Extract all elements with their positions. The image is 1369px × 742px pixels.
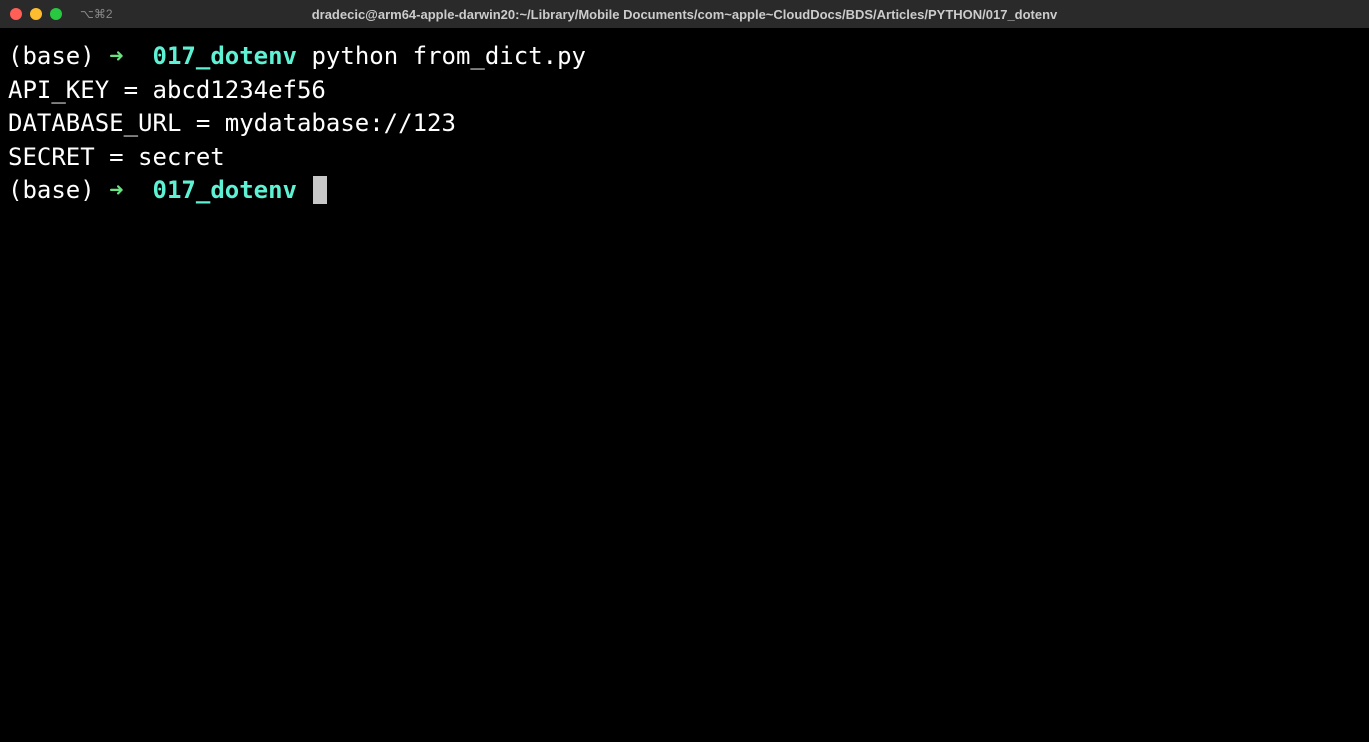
- tab-indicator: ⌥⌘2: [80, 7, 113, 21]
- window-titlebar: ⌥⌘2 dradecic@arm64-apple-darwin20:~/Libr…: [0, 0, 1369, 28]
- current-directory: 017_dotenv: [153, 42, 298, 70]
- prompt-arrow-icon: ➜: [109, 42, 123, 70]
- output-line: API_KEY = abcd1234ef56: [8, 74, 1361, 108]
- traffic-lights: [10, 8, 62, 20]
- prompt-arrow-icon: ➜: [109, 176, 123, 204]
- command-text: python from_dict.py: [311, 42, 586, 70]
- conda-env: (base): [8, 176, 95, 204]
- output-line: DATABASE_URL = mydatabase://123: [8, 107, 1361, 141]
- minimize-button[interactable]: [30, 8, 42, 20]
- terminal-content[interactable]: (base) ➜ 017_dotenv python from_dict.py …: [0, 28, 1369, 220]
- maximize-button[interactable]: [50, 8, 62, 20]
- close-button[interactable]: [10, 8, 22, 20]
- prompt-line-1: (base) ➜ 017_dotenv python from_dict.py: [8, 40, 1361, 74]
- conda-env: (base): [8, 42, 95, 70]
- output-line: SECRET = secret: [8, 141, 1361, 175]
- window-title: dradecic@arm64-apple-darwin20:~/Library/…: [312, 7, 1058, 22]
- prompt-line-2: (base) ➜ 017_dotenv: [8, 174, 1361, 208]
- cursor-icon: [313, 176, 327, 204]
- current-directory: 017_dotenv: [153, 176, 298, 204]
